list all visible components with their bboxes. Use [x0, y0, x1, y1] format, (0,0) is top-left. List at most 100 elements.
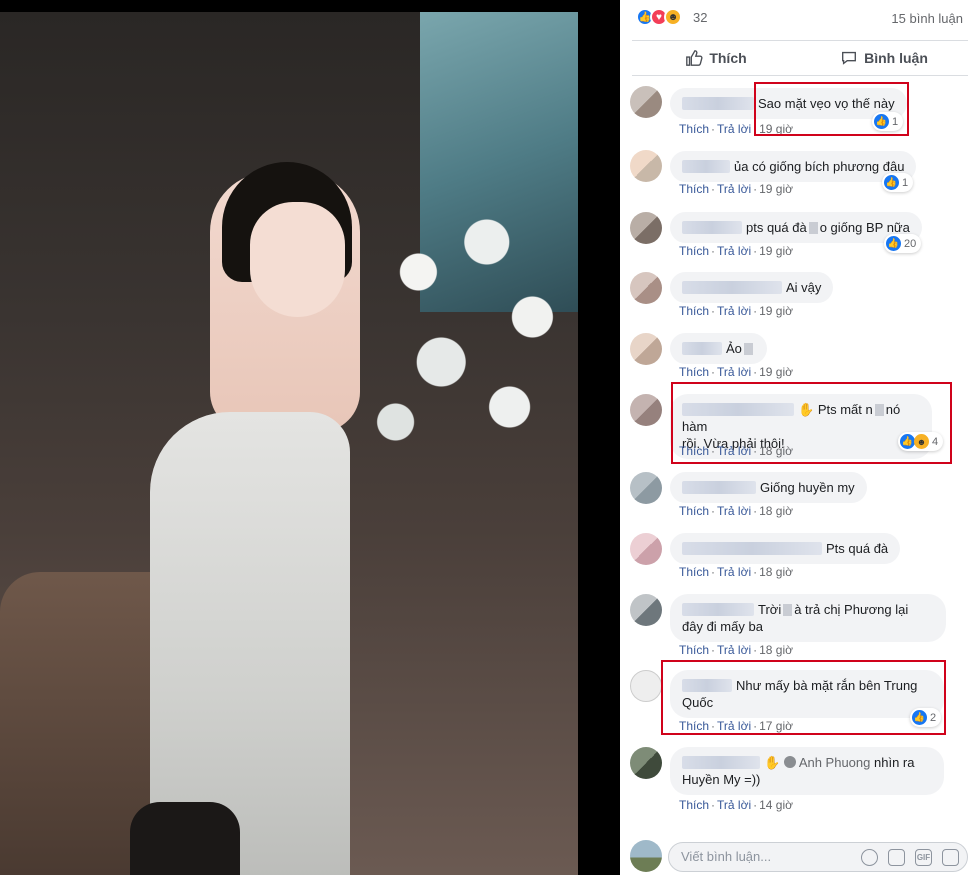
comment-time[interactable]: 19 giờ	[759, 365, 793, 379]
comment-bubble: Trời à trả chị Phương lại đây đi mấy ba	[670, 594, 946, 642]
avatar[interactable]	[630, 533, 662, 565]
comment-meta: Thích · Trả lời · 18 giờ	[679, 504, 793, 518]
comment-reply-link[interactable]: Trả lời	[717, 122, 751, 136]
photo-viewer	[0, 0, 620, 875]
sticker-icon[interactable]	[942, 849, 959, 866]
like-button-label: Thích	[709, 50, 747, 66]
avatar[interactable]	[630, 747, 662, 779]
comment-text: Giống huyền my	[760, 480, 855, 495]
comment-meta: Thích · Trả lời · 14 giờ	[679, 798, 793, 812]
haha-icon: ☻	[664, 8, 682, 26]
comment-reaction-count[interactable]: 👍 20	[884, 234, 922, 253]
comment-reply-link[interactable]: Trả lời	[717, 643, 751, 657]
commenter-name[interactable]	[682, 481, 756, 494]
comment-text-a: pts quá đà	[746, 220, 807, 235]
comments-panel: 👍 ♥ ☻ 32 15 bình luận Thích Bình luận Sa…	[620, 0, 976, 875]
comment-input-box[interactable]: Viết bình luận... GIF	[668, 842, 968, 872]
comment-reply-link[interactable]: Trả lời	[717, 244, 751, 258]
comment-time[interactable]: 19 giờ	[759, 304, 793, 318]
comment-text-a: Trời	[758, 602, 782, 617]
user-avatar[interactable]	[630, 840, 662, 872]
commenter-name[interactable]	[682, 756, 760, 769]
comment-like-link[interactable]: Thích	[679, 504, 709, 518]
camera-icon[interactable]	[888, 849, 905, 866]
comment-time[interactable]: 18 giờ	[759, 565, 793, 579]
comment-text: ủa có giống bích phương đâu	[734, 159, 905, 174]
comment-time[interactable]: 18 giờ	[759, 643, 793, 657]
comment-like-link[interactable]: Thích	[679, 244, 709, 258]
comment-like-link[interactable]: Thích	[679, 565, 709, 579]
avatar[interactable]	[630, 394, 662, 426]
avatar[interactable]	[630, 86, 662, 118]
photo-armrest	[130, 802, 240, 875]
highlight-box	[671, 382, 952, 464]
tag-icon	[783, 756, 796, 768]
commenter-name[interactable]	[682, 542, 822, 555]
avatar[interactable]	[630, 272, 662, 304]
reaction-count: 32	[693, 10, 708, 25]
comment-text-b: Huyền My =))	[682, 772, 761, 787]
comment-text: Pts quá đà	[826, 541, 889, 556]
comment-button[interactable]: Bình luận	[800, 41, 968, 75]
comment-meta: Thích · Trả lời · 19 giờ	[679, 244, 793, 258]
thumb-up-icon	[686, 50, 703, 66]
redacted-text	[808, 222, 818, 234]
comment-count-link[interactable]: 15 bình luận	[891, 11, 963, 26]
comment-reply-link[interactable]: Trả lời	[717, 304, 751, 318]
comment-reply-link[interactable]: Trả lời	[717, 798, 751, 812]
commenter-name[interactable]	[682, 281, 782, 294]
redacted-text	[743, 343, 753, 355]
comment-meta: Thích · Trả lời · 19 giờ	[679, 365, 793, 379]
photo-flowers	[350, 182, 578, 482]
comment-text-a: nhìn ra	[874, 755, 915, 770]
highlight-box	[661, 660, 946, 735]
comment-meta: Thích · Trả lời · 19 giờ	[679, 182, 793, 196]
speech-bubble-icon	[842, 51, 857, 65]
avatar[interactable]	[630, 212, 662, 244]
reaction-icons: 👍 ♥ ☻	[636, 8, 682, 26]
highlight-box	[754, 82, 909, 136]
comment-bubble: Ảo	[670, 333, 767, 364]
emoji-icon[interactable]	[861, 849, 878, 866]
comment-reply-link[interactable]: Trả lời	[717, 182, 751, 196]
gif-icon[interactable]: GIF	[915, 849, 932, 866]
comment-reply-link[interactable]: Trả lời	[717, 504, 751, 518]
avatar[interactable]	[630, 472, 662, 504]
comment-time[interactable]: 19 giờ	[759, 182, 793, 196]
commenter-name[interactable]	[682, 160, 730, 173]
avatar[interactable]	[630, 333, 662, 365]
comment-text: Ảo	[726, 341, 742, 356]
comment-time[interactable]: 18 giờ	[759, 504, 793, 518]
comment-composer: Viết bình luận... GIF	[620, 838, 976, 875]
comment-reaction-count[interactable]: 👍 1	[882, 173, 914, 192]
comment-input[interactable]: Viết bình luận...	[681, 849, 771, 864]
comment-reply-link[interactable]: Trả lời	[717, 565, 751, 579]
like-button[interactable]: Thích	[632, 41, 800, 75]
redacted-text	[783, 604, 793, 616]
avatar[interactable]	[630, 594, 662, 626]
comment-bubble: Ai vậy	[670, 272, 834, 303]
commenter-name[interactable]	[682, 221, 742, 234]
comment-bubble: ✋ Anh Phuong nhìn ra Huyền My =))	[670, 747, 944, 795]
like-icon: 👍	[884, 175, 899, 190]
comment-time[interactable]: 14 giờ	[759, 798, 793, 812]
comment-like-link[interactable]: Thích	[679, 122, 709, 136]
reaction-summary[interactable]: 👍 ♥ ☻ 32 15 bình luận	[620, 8, 976, 28]
avatar[interactable]	[630, 150, 662, 182]
avatar[interactable]	[630, 670, 662, 702]
comment-text-c: đây đi mấy ba	[682, 619, 763, 634]
comment-time[interactable]: 19 giờ	[759, 244, 793, 258]
mention-link[interactable]: Anh Phuong	[799, 755, 871, 770]
comment-like-link[interactable]: Thích	[679, 365, 709, 379]
comment-like-link[interactable]: Thích	[679, 182, 709, 196]
post-photo[interactable]	[0, 12, 578, 875]
comment-like-link[interactable]: Thích	[679, 643, 709, 657]
comment-bubble: Giống huyền my	[670, 472, 867, 503]
comment-like-link[interactable]: Thích	[679, 304, 709, 318]
commenter-name[interactable]	[682, 97, 754, 110]
comment-button-label: Bình luận	[864, 50, 928, 66]
commenter-name[interactable]	[682, 342, 722, 355]
comment-like-link[interactable]: Thích	[679, 798, 709, 812]
commenter-name[interactable]	[682, 603, 754, 616]
comment-reply-link[interactable]: Trả lời	[717, 365, 751, 379]
